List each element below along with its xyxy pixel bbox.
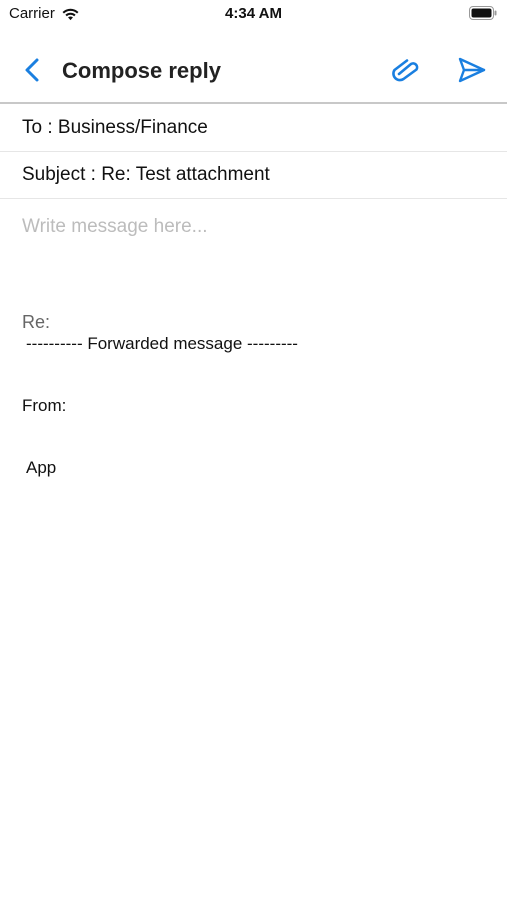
from-label: From: xyxy=(22,396,67,415)
battery-icon xyxy=(469,6,497,20)
forwarded-divider: ---------- Forwarded message --------- xyxy=(26,334,298,353)
chevron-left-icon[interactable] xyxy=(20,56,44,84)
nav-bar: Compose reply xyxy=(0,40,507,104)
status-bar: Carrier 4:34 AM xyxy=(0,0,507,28)
message-input[interactable] xyxy=(22,216,492,296)
page-title: Compose reply xyxy=(62,58,221,83)
paperclip-icon[interactable] xyxy=(390,57,422,83)
send-icon[interactable] xyxy=(457,56,487,84)
to-field[interactable]: To : Business/Finance xyxy=(0,105,507,152)
to-label: To : Business/Finance xyxy=(22,117,208,138)
subject-label: Subject : Re: Test attachment xyxy=(22,164,270,185)
subject-field[interactable]: Subject : Re: Test attachment xyxy=(0,152,507,199)
status-time: 4:34 AM xyxy=(225,5,282,22)
re-label: Re: xyxy=(22,312,51,332)
quoted-body: App xyxy=(26,458,57,477)
